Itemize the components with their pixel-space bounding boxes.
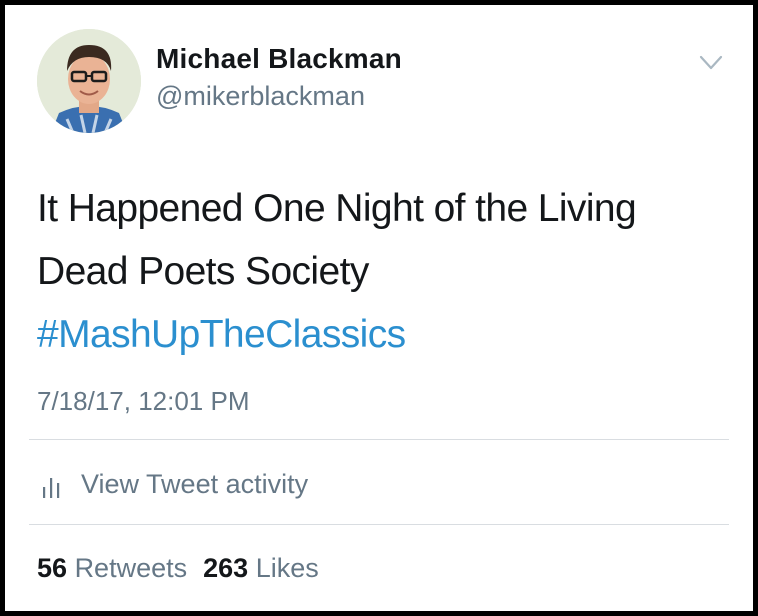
screenshot-frame: Michael Blackman @mikerblackman It Happe… [0,0,758,616]
tweet-text: It Happened One Night of the Living Dead… [37,177,717,366]
bar-chart-icon [43,478,60,498]
tweet-text-line: Dead Poets Society [37,250,369,293]
hashtag-link[interactable]: #MashUpTheClassics [37,303,717,366]
author-name[interactable]: Michael Blackman [156,43,402,75]
likes-count: 263 [203,553,249,583]
tweet-timestamp: 7/18/17, 12:01 PM [37,386,250,416]
divider [29,439,729,440]
tweet-text-line: It Happened One Night of the Living [37,187,637,230]
tweet-stats: 56 Retweets 263 Likes [37,553,319,584]
author-handle[interactable]: @mikerblackman [156,81,365,112]
avatar[interactable] [37,29,141,133]
retweets-count: 56 [37,553,68,583]
view-tweet-activity-button[interactable]: View Tweet activity [41,467,308,501]
view-tweet-activity-label: View Tweet activity [81,468,309,499]
likes-stat[interactable]: 263 Likes [203,553,319,583]
chevron-down-icon[interactable] [699,53,723,73]
likes-label: Likes [255,553,319,583]
divider [29,524,729,525]
avatar-image [37,29,141,133]
tweet-card: Michael Blackman @mikerblackman It Happe… [5,5,753,611]
retweets-label: Retweets [74,553,188,583]
retweets-stat[interactable]: 56 Retweets [37,553,187,583]
